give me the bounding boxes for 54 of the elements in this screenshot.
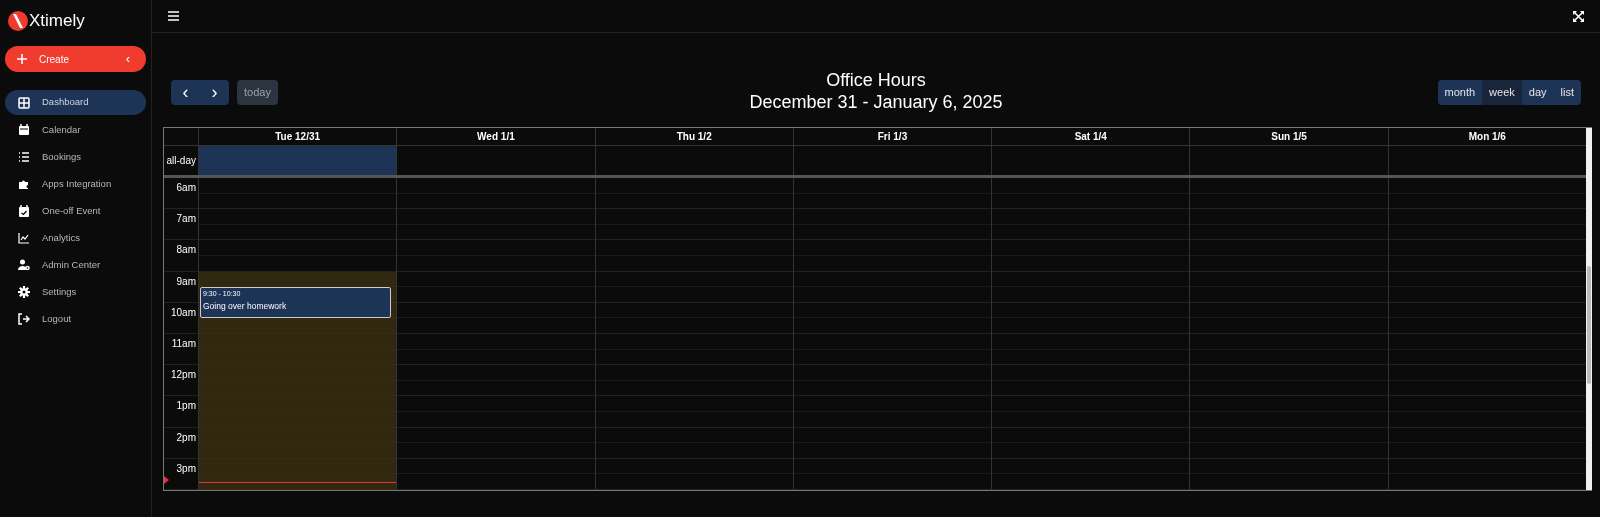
hour-label: 6am <box>176 181 196 195</box>
day-header: Thu 1/2 <box>676 130 712 144</box>
today-button[interactable]: today <box>237 79 278 105</box>
hour-label: 3pm <box>176 461 196 476</box>
sidebar-item[interactable]: Admin Center <box>5 253 146 277</box>
puzzle-icon <box>18 178 30 190</box>
brand-name: Xtimely <box>29 10 85 33</box>
date-range: December 31 - January 6, 2025 <box>749 91 1003 113</box>
create-button[interactable]: Create ‹ <box>5 46 146 72</box>
plus-icon <box>17 54 27 64</box>
hour-label: 9am <box>176 274 196 289</box>
view-tab[interactable]: day <box>1521 79 1554 105</box>
day-header: Sun 1/5 <box>1271 130 1307 144</box>
list-icon <box>18 151 30 163</box>
now-indicator-icon <box>164 475 169 484</box>
logout-icon <box>18 313 30 325</box>
day-header: Sat 1/4 <box>1074 130 1107 144</box>
calendar-icon <box>18 124 30 136</box>
sidebar-item[interactable]: Dashboard <box>5 90 146 115</box>
sidebar-item[interactable]: Apps Integration <box>5 172 146 196</box>
sidebar-item[interactable]: Analytics <box>5 226 146 250</box>
all-day-label: all-day <box>166 154 196 168</box>
calendar-title: Office Hours <box>826 69 926 91</box>
settings-icon <box>18 286 30 298</box>
view-tab[interactable]: month <box>1437 79 1483 105</box>
day-header: Wed 1/1 <box>477 130 515 144</box>
grid-icon <box>18 96 30 109</box>
sidebar-item[interactable]: Settings <box>5 280 146 304</box>
hour-label: 7am <box>176 212 196 227</box>
view-tab[interactable]: week <box>1482 79 1522 105</box>
scrollbar[interactable] <box>1586 128 1592 490</box>
line-chart-icon <box>18 232 30 244</box>
fullscreen-icon[interactable] <box>1573 10 1584 22</box>
view-tab[interactable]: list <box>1553 79 1581 105</box>
hour-label: 12pm <box>171 368 196 383</box>
sidebar-item[interactable]: Logout <box>5 307 146 331</box>
day-header: Fri 1/3 <box>877 130 908 144</box>
logo-icon <box>8 11 28 31</box>
calendar-check-icon <box>18 205 30 217</box>
hour-label: 1pm <box>176 399 196 414</box>
day-header: Mon 1/6 <box>1468 130 1506 144</box>
sidebar-item[interactable]: Calendar <box>5 118 146 142</box>
sidebar-item[interactable]: Bookings <box>5 145 146 169</box>
hour-label: 10am <box>171 305 196 320</box>
hour-label: 2pm <box>176 430 196 445</box>
menu-icon[interactable] <box>168 11 179 21</box>
event-title: Going over homework <box>203 300 288 314</box>
hour-label: 8am <box>176 243 196 258</box>
previous-button[interactable]: ‹ <box>171 79 200 105</box>
hour-label: 11am <box>171 336 196 351</box>
next-button[interactable]: › <box>200 79 229 105</box>
sidebar-item[interactable]: One-off Event <box>5 199 146 223</box>
day-header: Tue 12/31 <box>275 130 321 144</box>
user-gear-icon <box>18 259 30 271</box>
